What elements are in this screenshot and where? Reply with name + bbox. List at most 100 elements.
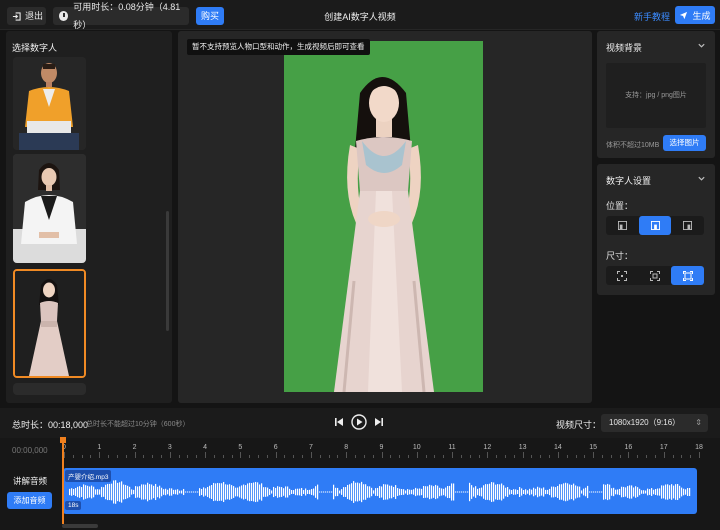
waveform-bar xyxy=(601,491,603,493)
waveform-bar xyxy=(619,488,621,496)
waveform-bar xyxy=(113,480,115,504)
waveform-bar xyxy=(425,486,427,498)
waveform-bar xyxy=(627,486,629,498)
generate-button[interactable]: 生成 xyxy=(675,6,715,24)
play-icon[interactable] xyxy=(351,414,367,430)
ruler-tick-label: 16 xyxy=(624,444,633,451)
waveform-bar xyxy=(427,486,429,498)
align-center-icon xyxy=(650,221,660,230)
waveform-bar xyxy=(639,488,641,496)
ruler-tick-label: 9 xyxy=(379,444,384,451)
audio-clip[interactable]: 产婴介绍.mp3 18s xyxy=(63,468,697,514)
ruler-tick xyxy=(231,455,233,458)
chevron-down-icon[interactable] xyxy=(697,174,706,183)
waveform-bar xyxy=(163,489,165,495)
waveform-bar xyxy=(415,487,417,497)
waveform-bar xyxy=(393,486,395,498)
waveform-bar xyxy=(353,481,355,503)
waveform-bar xyxy=(169,488,171,496)
waveform-bar xyxy=(189,491,191,493)
waveform-bar xyxy=(669,485,671,499)
waveform-bar xyxy=(279,486,281,498)
ruler-tick-label: 12 xyxy=(483,444,492,451)
waveform-bar xyxy=(145,484,147,500)
avatar-option-1[interactable] xyxy=(13,57,86,150)
ruler-tick xyxy=(646,455,648,458)
waveform-bar xyxy=(515,489,517,495)
waveform-bar xyxy=(689,487,691,497)
waveform-bar xyxy=(135,486,137,498)
waveform-bar xyxy=(211,484,213,500)
waveform-bar xyxy=(171,488,173,496)
waveform-bar xyxy=(679,485,681,499)
timeline-scrollbar[interactable] xyxy=(62,524,98,528)
waveform-bar xyxy=(613,487,615,497)
waveform-bar xyxy=(243,484,245,500)
avatar-selector-panel: 选择数字人 xyxy=(6,31,172,403)
waveform-bar xyxy=(675,484,677,500)
avatar-option-4-partial[interactable] xyxy=(13,383,86,395)
playhead[interactable] xyxy=(60,437,66,524)
avatar-option-3-selected[interactable] xyxy=(13,269,86,378)
avatar-option-2[interactable] xyxy=(13,154,86,263)
chevron-down-icon[interactable] xyxy=(697,41,706,50)
waveform-bar xyxy=(201,488,203,496)
ruler-tick-label: 3 xyxy=(167,444,172,451)
choose-image-button[interactable]: 选择图片 xyxy=(663,135,706,151)
background-panel: 视频背景 支持：jpg / png图片 体积不超过10MB 选择图片 xyxy=(597,31,715,158)
waveform-bar xyxy=(417,488,419,496)
avatar-list-scrollbar[interactable] xyxy=(166,211,169,331)
skip-back-icon[interactable] xyxy=(334,417,344,427)
waveform-bar xyxy=(473,487,475,497)
waveform-bar xyxy=(83,484,85,500)
waveform-bar xyxy=(303,490,305,494)
tutorial-link[interactable]: 新手教程 xyxy=(634,10,670,23)
position-selector xyxy=(606,216,704,235)
waveform-bar xyxy=(687,487,689,497)
size-large-option[interactable] xyxy=(671,266,705,285)
skip-forward-icon[interactable] xyxy=(374,417,384,427)
video-size-label: 视频尺寸： xyxy=(556,420,602,430)
video-size-select[interactable]: 1080x1920（9:16） ⇕ xyxy=(601,414,708,432)
waveform-bar xyxy=(343,487,345,497)
waveform-bar xyxy=(267,487,269,497)
position-right-option[interactable] xyxy=(671,216,704,235)
waveform-bar xyxy=(553,486,555,498)
waveform-bar xyxy=(175,489,177,495)
waveform-bar xyxy=(609,484,611,500)
waveform-bar xyxy=(629,485,631,499)
ruler-tick xyxy=(434,455,436,458)
position-center-option[interactable] xyxy=(638,216,672,235)
video-preview xyxy=(284,41,483,392)
waveform-bar xyxy=(685,489,687,495)
ruler-tick xyxy=(549,455,551,458)
ruler-tick xyxy=(690,455,692,458)
waveform-bar xyxy=(109,483,111,501)
waveform-bar xyxy=(575,485,577,499)
ruler-tick-label: 10 xyxy=(412,444,421,451)
waveform-bar xyxy=(263,487,265,497)
waveform-bar xyxy=(673,485,675,499)
timeline-ruler[interactable]: 0 1 2 3 4 5 6 7 8 9 10 11 12 13 14 15 16 17 18 xyxy=(62,438,712,460)
waveform-bar xyxy=(595,491,597,493)
waveform-bar xyxy=(91,485,93,499)
ruler-tick xyxy=(161,455,162,458)
waveform-bar xyxy=(461,491,463,493)
add-audio-button[interactable]: 添加音频 xyxy=(7,492,52,509)
background-upload-area[interactable]: 支持：jpg / png图片 xyxy=(606,63,706,128)
waveform-bar xyxy=(117,482,119,502)
size-small-option[interactable] xyxy=(606,266,639,285)
position-left-option[interactable] xyxy=(606,216,639,235)
waveform-bar xyxy=(585,487,587,497)
ruler-tick xyxy=(504,455,506,458)
waveform-bar xyxy=(69,488,71,496)
waveform-bar xyxy=(661,485,663,499)
ruler-tick xyxy=(346,452,348,458)
waveform-bar xyxy=(181,490,183,494)
waveform-bar xyxy=(207,486,209,498)
waveform-bar xyxy=(97,489,99,495)
ruler-tick xyxy=(513,455,515,458)
waveform-bar xyxy=(573,483,575,501)
waveform-bar xyxy=(219,483,221,501)
size-medium-option[interactable] xyxy=(639,266,672,285)
